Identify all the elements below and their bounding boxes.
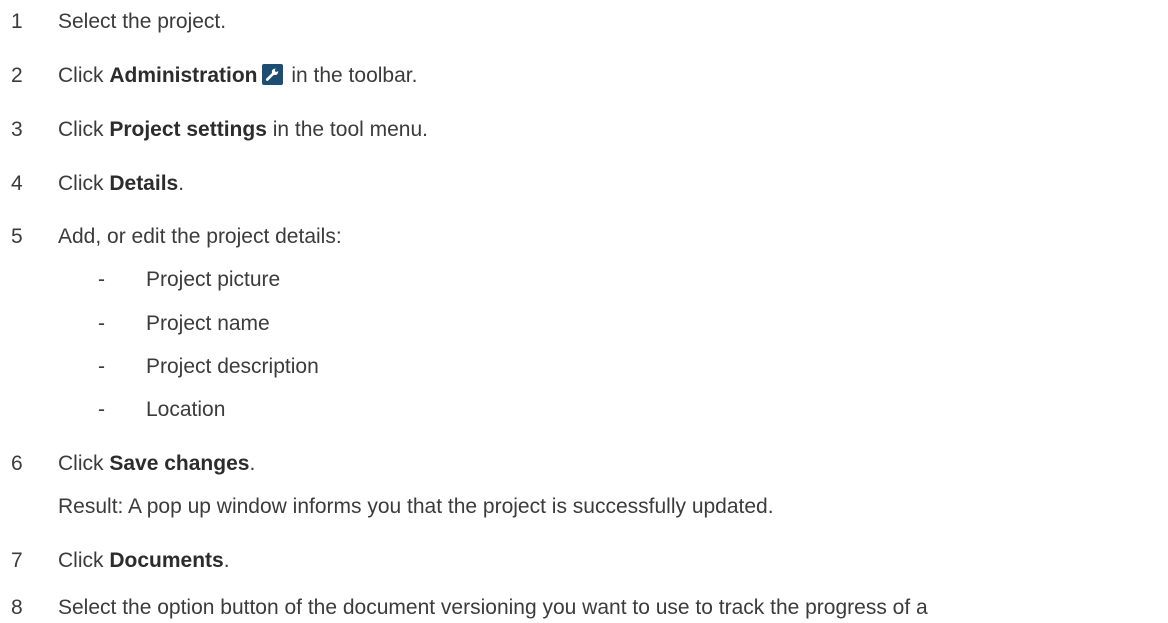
ui-term-details: Details [109, 172, 179, 195]
step-number: 1 [11, 10, 23, 33]
wrench-icon [261, 64, 283, 85]
step-number: 8 [11, 596, 23, 619]
step-6-result: Result: A pop up window informs you that… [58, 495, 774, 518]
bullet-dash: - [98, 355, 105, 378]
step-number: 5 [11, 225, 23, 248]
ui-term-project-settings: Project settings [109, 118, 267, 141]
step-text: Click Details. [58, 172, 185, 195]
step-text: Click Project settings in the tool menu. [58, 118, 428, 141]
step-text: Add, or edit the project details: [58, 225, 342, 248]
step-number: 3 [11, 118, 23, 141]
step-text: Click Administration in the toolbar. [58, 64, 418, 87]
sub-item-label: Project picture [146, 268, 281, 291]
step-text: Select the project. [58, 10, 227, 33]
ui-term-save-changes: Save changes [109, 452, 250, 475]
ui-term-documents: Documents [109, 549, 224, 572]
step-text: Click Documents. [58, 549, 230, 572]
bullet-dash: - [98, 268, 105, 291]
ui-term-administration: Administration [109, 64, 258, 87]
sub-item-label: Location [146, 398, 226, 421]
bullet-dash: - [98, 312, 105, 335]
step-number: 7 [11, 549, 23, 572]
step-number: 6 [11, 452, 23, 475]
sub-item-label: Project name [146, 312, 270, 335]
bullet-dash: - [98, 398, 105, 421]
step-text: Select the option button of the document… [58, 596, 928, 619]
sub-item-label: Project description [146, 355, 319, 378]
step-number: 2 [11, 64, 23, 87]
step-number: 4 [11, 172, 23, 195]
step-text: Click Save changes. [58, 452, 256, 475]
